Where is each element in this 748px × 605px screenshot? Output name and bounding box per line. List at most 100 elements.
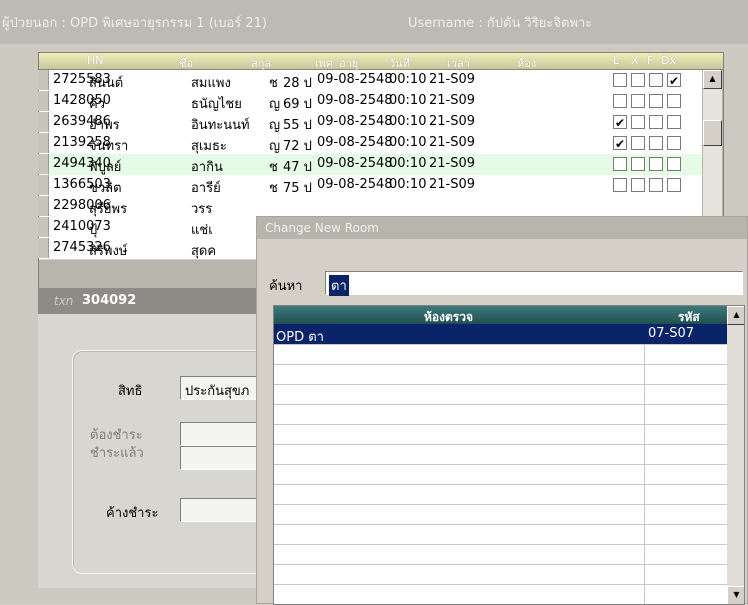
cell-age: 69 ป	[283, 97, 312, 112]
checkbox-l[interactable]	[613, 73, 627, 87]
cell-name: สินนต์	[89, 76, 124, 91]
cell-name: ปุ้	[89, 223, 98, 238]
checkbox-f[interactable]	[649, 136, 663, 150]
cell-room: 21-S09	[429, 156, 476, 171]
outstanding-label: ค้างชำระ	[106, 506, 159, 521]
checkbox-x[interactable]	[631, 136, 645, 150]
search-input[interactable]: ตา	[325, 271, 743, 296]
cell-name: พิบูลย์	[89, 160, 122, 175]
room-row[interactable]	[274, 444, 727, 465]
paid-field[interactable]	[180, 446, 260, 470]
paid-label: ชำระแล้ว	[90, 446, 144, 461]
room-row[interactable]	[274, 484, 727, 505]
checkbox-dx[interactable]: ✔	[667, 73, 681, 88]
table-row[interactable]: 1366503 ชวลิต อารีย์ช 75 ป 09-08-2548 00:10 21…	[38, 175, 702, 197]
row-selector[interactable]	[38, 133, 49, 153]
checkbox-dx[interactable]	[667, 94, 681, 108]
checkbox-x[interactable]	[631, 94, 645, 108]
room-row[interactable]	[274, 344, 727, 365]
checkbox-f[interactable]	[649, 178, 663, 192]
cell-time: 00:10	[389, 72, 427, 87]
table-row[interactable]: 2494340 พิบูลย์ อากินช 47 ป 09-08-2548 00:10 2…	[38, 154, 702, 176]
room-code: 07-S07	[648, 326, 695, 341]
table-row[interactable]: 2639486 อำพร อินทะนนท์ญ 55 ป 09-08-2548 00:10…	[38, 112, 702, 134]
checkbox-l[interactable]	[613, 178, 627, 192]
room-row[interactable]	[274, 524, 727, 545]
checkbox-f[interactable]	[649, 157, 663, 171]
table-row[interactable]: 2139258 จันทรา สุเมธะญ 72 ป 09-08-2548 00:10 2…	[38, 133, 702, 155]
checkbox-l[interactable]	[613, 157, 627, 171]
table-row[interactable]: 2298006 สุรีย์พร วรร	[38, 196, 702, 218]
row-selector[interactable]	[38, 112, 49, 132]
row-selector[interactable]	[38, 91, 49, 111]
column-header-8[interactable]: L	[613, 54, 619, 67]
right-field[interactable]: ประกันสุขภ	[180, 376, 260, 400]
txn-value: 304092	[82, 293, 137, 308]
row-selector[interactable]	[38, 175, 49, 195]
checkbox-x[interactable]	[631, 115, 645, 129]
table-header: HN ชื่อ สกุล เพศ อายุ วันที่ เวลา ห้อง L X F Dx	[39, 53, 723, 70]
room-row[interactable]	[274, 584, 727, 604]
table-row[interactable]: 2725583 สินนต์ สมแพงช 28 ป 09-08-2548 00:10 21…	[38, 70, 702, 92]
cell-time: 00:10	[389, 114, 427, 129]
room-row[interactable]	[274, 364, 727, 385]
room-row[interactable]	[274, 404, 727, 425]
cell-name: สิริพงษ์	[89, 244, 128, 259]
cell-age: 28 ป	[283, 76, 312, 91]
checkbox-l[interactable]: ✔	[613, 136, 627, 151]
cell-surname: สุเมธะ	[191, 139, 227, 154]
room-row[interactable]	[274, 564, 727, 585]
cell-surname: แช่เ	[191, 223, 213, 238]
row-selector[interactable]	[38, 196, 49, 216]
outstanding-field[interactable]	[180, 498, 260, 522]
table-row[interactable]: 1428050 คิว ธนัญไชยญ 69 ป 09-08-2548 00:10 21-…	[38, 91, 702, 113]
must-pay-field[interactable]	[180, 422, 260, 446]
cell-date: 09-08-2548	[317, 156, 393, 171]
room-row[interactable]	[274, 424, 727, 445]
column-header-0[interactable]: HN	[87, 54, 104, 67]
column-header-10[interactable]: F	[647, 54, 653, 67]
cell-surname: สมแพง	[191, 76, 231, 91]
checkbox-dx[interactable]	[667, 115, 681, 129]
room-row[interactable]	[274, 464, 727, 485]
checkbox-dx[interactable]	[667, 178, 681, 192]
checkbox-l[interactable]: ✔	[613, 115, 627, 130]
cell-name: อำพร	[89, 118, 120, 133]
cell-name: จันทรา	[89, 139, 129, 154]
checkbox-dx[interactable]	[667, 157, 681, 171]
checkbox-x[interactable]	[631, 157, 645, 171]
cell-date: 09-08-2548	[317, 114, 393, 129]
checkbox-f[interactable]	[649, 94, 663, 108]
checkbox-dx[interactable]	[667, 136, 681, 150]
cell-name: คิว	[89, 97, 105, 112]
checkbox-l[interactable]	[613, 94, 627, 108]
room-row[interactable]	[274, 544, 727, 565]
row-selector[interactable]	[38, 217, 49, 237]
row-selector[interactable]	[38, 154, 49, 174]
room-row[interactable]	[274, 504, 727, 525]
cell-surname: วรร	[191, 202, 213, 217]
room-grid-scrollbar[interactable]: ▲ ▼	[727, 306, 744, 604]
row-selector[interactable]	[38, 238, 49, 258]
room-scroll-down-button[interactable]: ▼	[727, 586, 744, 604]
column-header-11[interactable]: Dx	[661, 54, 676, 67]
scroll-thumb[interactable]	[703, 120, 722, 146]
checkbox-x[interactable]	[631, 73, 645, 87]
dialog-titlebar[interactable]: Change New Room	[257, 217, 747, 239]
cell-surname: อินทะนนท์	[191, 118, 250, 133]
room-row[interactable]	[274, 384, 727, 405]
room-grid-header: ห้องตรวจ รหัส	[274, 306, 727, 324]
checkbox-x[interactable]	[631, 178, 645, 192]
checkbox-f[interactable]	[649, 115, 663, 129]
window-header: ผู้ป่วยนอก : OPD พิเศษอายุรกรรม 1 (เบอร์…	[0, 0, 748, 44]
search-label: ค้นหา	[269, 279, 303, 294]
scroll-up-button[interactable]: ▲	[703, 70, 722, 89]
cell-age: 75 ป	[283, 181, 312, 196]
change-room-dialog: Change New Room ค้นหา ตา ห้องตรวจ รหัส O…	[256, 216, 748, 605]
column-header-9[interactable]: X	[631, 54, 639, 67]
cell-room: 21-S09	[429, 93, 476, 108]
room-scroll-up-button[interactable]: ▲	[727, 306, 744, 325]
checkbox-f[interactable]	[649, 73, 663, 87]
room-row[interactable]: OPD ตา 07-S07	[274, 324, 727, 345]
row-selector[interactable]	[38, 70, 49, 90]
